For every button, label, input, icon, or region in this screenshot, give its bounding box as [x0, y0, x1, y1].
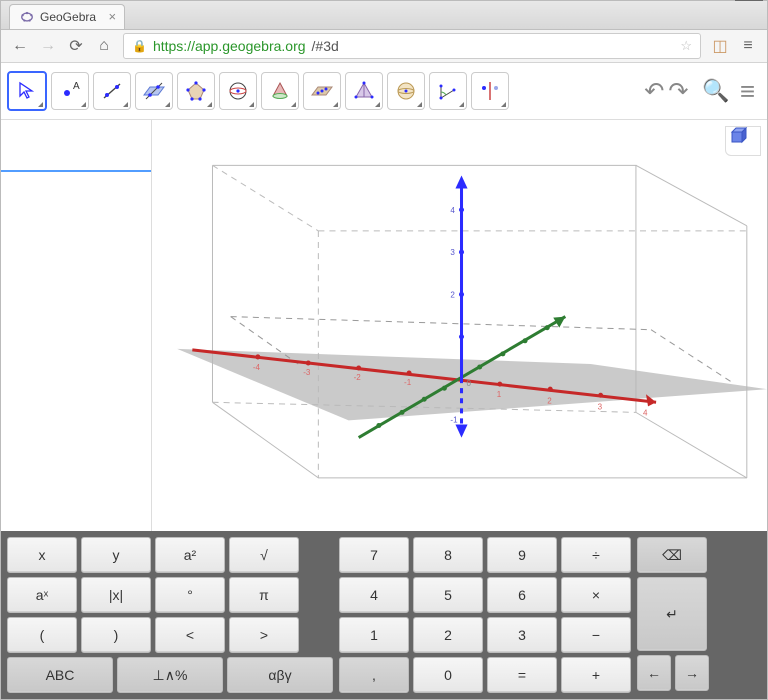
key-divide[interactable]: ÷ [561, 537, 631, 573]
key-4[interactable]: 4 [339, 577, 409, 613]
key-abs[interactable]: |x| [81, 577, 151, 613]
browser-menu-icon[interactable]: ≡ [739, 37, 757, 55]
graphics-3d-view[interactable]: -4-3-2-11234 2344 -1 [152, 120, 767, 531]
svg-text:3: 3 [450, 248, 455, 257]
key-square[interactable]: a² [155, 537, 225, 573]
svg-text:3: 3 [598, 402, 603, 411]
key-symbols[interactable]: ⊥∧% [117, 657, 223, 693]
key-5[interactable]: 5 [413, 577, 483, 613]
key-minus[interactable]: − [561, 617, 631, 653]
tool-point[interactable]: A [51, 72, 89, 110]
key-0[interactable]: 0 [413, 657, 483, 693]
geogebra-favicon [20, 10, 34, 24]
nav-forward-icon: → [39, 37, 57, 55]
key-gt[interactable]: > [229, 617, 299, 653]
key-6[interactable]: 6 [487, 577, 557, 613]
star-icon[interactable]: ☆ [680, 38, 692, 54]
svg-text:2: 2 [450, 290, 455, 299]
key-comma[interactable]: , [339, 657, 409, 693]
key-enter[interactable]: ↵ [637, 577, 707, 651]
key-right[interactable]: → [675, 655, 709, 691]
tool-angle[interactable] [429, 72, 467, 110]
algebra-panel[interactable] [1, 120, 152, 531]
key-equals[interactable]: = [487, 657, 557, 693]
browser-tabstrip: GeoGebra × [1, 1, 767, 30]
key-8[interactable]: 8 [413, 537, 483, 573]
key-sqrt[interactable]: √ [229, 537, 299, 573]
tool-reflect[interactable] [471, 72, 509, 110]
key-power[interactable]: aˣ [7, 577, 77, 613]
svg-text:-1: -1 [404, 378, 412, 387]
undo-icon[interactable]: ↶ [644, 77, 664, 106]
tool-pyramid[interactable] [345, 72, 383, 110]
tab-title: GeoGebra [40, 10, 96, 24]
tool-cone[interactable] [261, 72, 299, 110]
key-plus[interactable]: + [561, 657, 631, 693]
nav-reload-icon[interactable]: ⟳ [67, 36, 85, 56]
key-y[interactable]: y [81, 537, 151, 573]
algebra-divider [1, 170, 151, 172]
keyboard-close-button[interactable]: ✕ [735, 0, 763, 1]
url-path: /#3d [312, 38, 339, 54]
svg-text:-2: -2 [354, 373, 362, 382]
svg-text:1: 1 [497, 390, 502, 399]
key-7[interactable]: 7 [339, 537, 409, 573]
key-x[interactable]: x [7, 537, 77, 573]
key-3[interactable]: 3 [487, 617, 557, 653]
key-lparen[interactable]: ( [7, 617, 77, 653]
app-toolbar: A ↶ ↷ 🔍 ≡ [1, 63, 767, 120]
url-input[interactable]: 🔒 https://app.geogebra.org /#3d ☆ [123, 33, 701, 59]
key-9[interactable]: 9 [487, 537, 557, 573]
lock-icon: 🔒 [132, 39, 147, 53]
key-2[interactable]: 2 [413, 617, 483, 653]
tool-circle[interactable] [219, 72, 257, 110]
tool-sphere[interactable] [387, 72, 425, 110]
content-area: + [1, 120, 767, 531]
tool-plane[interactable] [135, 72, 173, 110]
key-1[interactable]: 1 [339, 617, 409, 653]
nav-back-icon[interactable]: ← [11, 37, 29, 55]
svg-text:2: 2 [547, 396, 552, 405]
key-abc[interactable]: ABC [7, 657, 113, 693]
tool-move[interactable] [7, 71, 47, 111]
nav-home-icon[interactable]: ⌂ [95, 37, 113, 55]
redo-icon[interactable]: ↷ [668, 77, 688, 106]
browser-addressbar: ← → ⟳ ⌂ 🔒 https://app.geogebra.org /#3d ☆… [1, 30, 767, 63]
key-multiply[interactable]: × [561, 577, 631, 613]
svg-text:-4: -4 [253, 363, 261, 372]
url-host: https://app.geogebra.org [153, 38, 306, 54]
svg-text:-3: -3 [303, 368, 311, 377]
key-rparen[interactable]: ) [81, 617, 151, 653]
svg-text:4: 4 [450, 206, 455, 215]
key-left[interactable]: ← [637, 655, 671, 691]
key-pi[interactable]: π [229, 577, 299, 613]
tool-polygon[interactable] [177, 72, 215, 110]
tool-line[interactable] [93, 72, 131, 110]
svg-text:4: 4 [643, 408, 648, 417]
search-icon[interactable]: 🔍 [702, 78, 729, 104]
key-backspace[interactable]: ⌫ [637, 537, 707, 573]
tool-net[interactable] [303, 72, 341, 110]
key-lt[interactable]: < [155, 617, 225, 653]
tab-close-icon[interactable]: × [108, 10, 116, 23]
key-degree[interactable]: ° [155, 577, 225, 613]
svg-text:-1: -1 [450, 415, 458, 424]
svg-text:A: A [73, 81, 80, 92]
browser-tab[interactable]: GeoGebra × [9, 4, 125, 29]
origin-label: 0 [467, 379, 472, 388]
menu-icon[interactable]: ≡ [740, 76, 755, 107]
virtual-keyboard: xya²√ aˣ|x|°π ()<> ABC⊥∧%αβγ 789÷ 456× 1… [1, 531, 767, 699]
graphics-3d-canvas[interactable]: -4-3-2-11234 2344 -1 [152, 120, 767, 503]
key-greek[interactable]: αβγ [227, 657, 333, 693]
extension-icon[interactable]: ◫ [711, 36, 729, 56]
